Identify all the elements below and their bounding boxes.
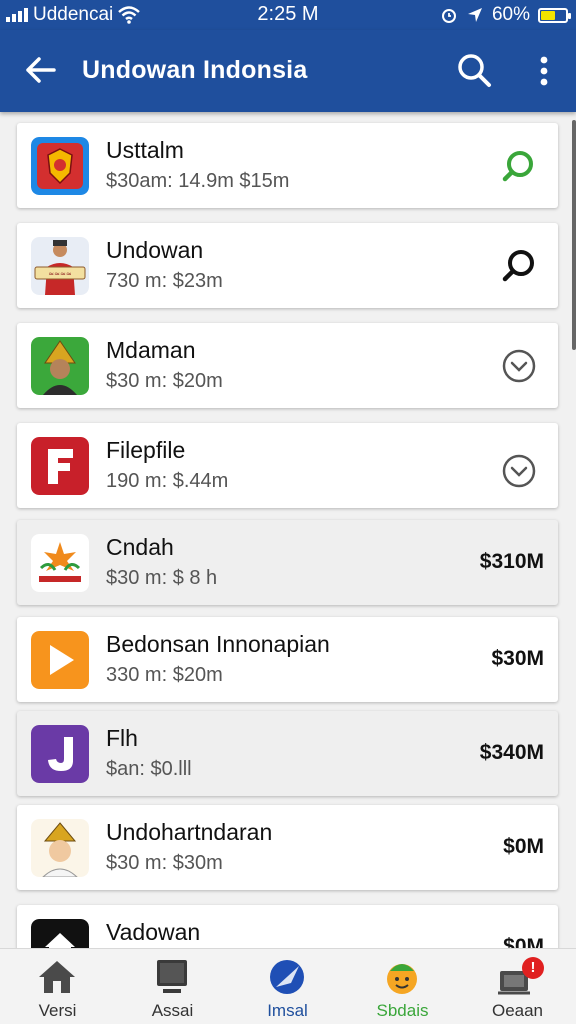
list-item[interactable]: Filepfile 190 m: $.44m: [17, 423, 558, 508]
compass-icon: [270, 960, 304, 994]
item-name: Vadowan: [106, 919, 201, 945]
nav-label: Assai: [151, 1001, 194, 1020]
item-name: Filepfile: [106, 437, 186, 463]
chevron-down-circle-icon[interactable]: [500, 347, 538, 385]
item-price: $310M: [479, 550, 544, 573]
notification-badge: !: [522, 957, 544, 979]
item-meta: $an: $0.lll: [106, 758, 192, 780]
item-name: Flh: [106, 725, 138, 751]
alarm-icon: [441, 9, 456, 23]
list-item[interactable]: Flh $an: $0.lll $340M: [17, 711, 558, 796]
list-item[interactable]: Vadowan $0M: [17, 905, 558, 948]
item-meta: 190 m: $.44m: [106, 470, 229, 492]
app-bar: Undowan Indonsia: [0, 30, 576, 112]
item-meta: 330 m: $20m: [106, 664, 223, 686]
item-meta: $30 m: $20m: [106, 370, 223, 392]
bottom-nav: Versi Assai Imsal Sbdais ! Oeaan: [0, 948, 576, 1024]
item-name: Usttalm: [106, 137, 184, 163]
list-item[interactable]: Cndah $30 m: $ 8 h $310M: [17, 520, 558, 605]
nav-item-oeaan[interactable]: ! Oeaan: [460, 949, 575, 1024]
nav-item-assai[interactable]: Assai: [115, 949, 230, 1024]
list-item[interactable]: Bedonsan Innonapian 330 m: $20m $30M: [17, 617, 558, 702]
list-item[interactable]: Undohartndaran $30 m: $30m $0M: [17, 805, 558, 890]
app-list: Usttalm $30am: 14.9m $15m ≈≈≈≈ Undowan 7…: [0, 112, 576, 948]
search-icon[interactable]: [500, 247, 538, 285]
arrow-left-icon: [26, 57, 56, 83]
item-meta: 730 m: $23m: [106, 270, 223, 292]
flower-logo-icon: [31, 534, 89, 592]
item-name: Mdaman: [106, 337, 196, 363]
item-price: $340M: [479, 741, 544, 764]
monitor-icon: [157, 960, 187, 993]
item-name: Cndah: [106, 534, 174, 560]
location-icon: [467, 8, 482, 22]
nav-label: Imsal: [267, 1001, 308, 1020]
home-icon: [39, 961, 75, 993]
item-price: $30M: [491, 647, 544, 670]
person-sign-icon: ≈≈≈≈: [31, 237, 89, 295]
search-green-icon[interactable]: [500, 147, 538, 185]
item-meta: $30am: 14.9m $15m: [106, 170, 290, 192]
letter-f-icon: [31, 437, 89, 495]
nav-item-imsal[interactable]: Imsal: [230, 949, 345, 1024]
battery-icon: [538, 7, 571, 23]
svg-text:≈≈≈≈: ≈≈≈≈: [48, 270, 72, 278]
more-options-button[interactable]: [528, 52, 560, 92]
emblem-icon: [31, 137, 89, 195]
item-name: Undowan: [106, 237, 204, 263]
item-price: $0M: [503, 835, 544, 858]
search-icon: [458, 54, 491, 87]
item-price: $0M: [503, 935, 544, 948]
home-icon: [31, 919, 89, 948]
letter-j-icon: [31, 725, 89, 783]
mascot-icon: [387, 964, 417, 994]
item-name: Undohartndaran: [106, 819, 273, 845]
person-hat-icon: [31, 819, 89, 877]
item-meta: $30 m: $30m: [106, 852, 223, 874]
item-meta: $30 m: $ 8 h: [106, 567, 218, 589]
battery-percent: 60%: [491, 4, 530, 25]
nav-label: Sbdais: [376, 1001, 429, 1020]
more-vertical-icon: [540, 56, 548, 86]
status-bar: Uddencai 2:25 M 60%: [0, 0, 576, 30]
list-item[interactable]: ≈≈≈≈ Undowan 730 m: $23m: [17, 223, 558, 308]
back-button[interactable]: [20, 50, 60, 90]
search-button[interactable]: [454, 50, 494, 90]
nav-item-versi[interactable]: Versi: [0, 949, 115, 1024]
nav-label: Versi: [38, 1001, 77, 1020]
chevron-down-circle-icon[interactable]: [500, 452, 538, 490]
scrollbar[interactable]: [572, 120, 576, 350]
list-item[interactable]: Usttalm $30am: 14.9m $15m: [17, 123, 558, 208]
nav-item-sbdais[interactable]: Sbdais: [345, 949, 460, 1024]
list-item[interactable]: Mdaman $30 m: $20m: [17, 323, 558, 408]
play-logo-icon: [31, 631, 89, 689]
nav-label: Oeaan: [491, 1001, 544, 1020]
person-hat-icon: [31, 337, 89, 395]
item-name: Bedonsan Innonapian: [106, 631, 330, 657]
page-title: Undowan Indonsia: [82, 56, 308, 84]
